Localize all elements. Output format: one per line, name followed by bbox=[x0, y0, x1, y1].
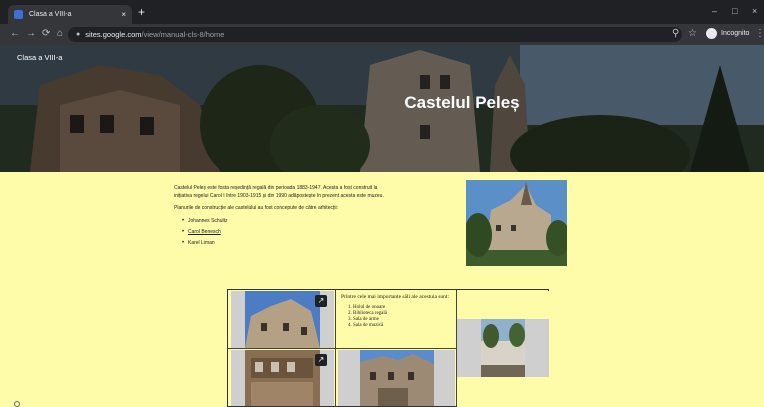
site-favicon-icon bbox=[14, 10, 23, 19]
intro-paragraph-2: Planurile de construcție ale castelului … bbox=[174, 205, 338, 211]
forward-button[interactable]: → bbox=[26, 29, 36, 39]
list-item: Sala de muzică bbox=[353, 323, 451, 329]
architects-list: Johannes Schultz Carol Benesch Karel Lim… bbox=[174, 216, 394, 249]
open-in-new-icon[interactable]: ↗ bbox=[315, 354, 327, 366]
main-content: Castelul Peleș este fosta reședință rega… bbox=[0, 172, 764, 407]
open-in-new-icon[interactable]: ↗ bbox=[315, 295, 327, 307]
new-tab-button[interactable]: + bbox=[138, 6, 145, 18]
browser-tab[interactable]: Clasa a VIII-a × bbox=[8, 5, 132, 24]
tab-title: Clasa a VIII-a bbox=[29, 11, 72, 18]
home-button[interactable]: ⌂ bbox=[57, 29, 63, 39]
list-item: Karel Liman bbox=[174, 238, 394, 249]
castle-photo bbox=[466, 180, 567, 266]
incognito-icon bbox=[706, 28, 717, 39]
gallery-photo[interactable]: ↗ bbox=[231, 350, 334, 406]
tab-bar: Clasa a VIII-a × + – □ × bbox=[0, 0, 764, 24]
rooms-list: Holul de onoare Biblioteca regală Sala d… bbox=[341, 305, 451, 329]
minimize-button[interactable]: – bbox=[712, 6, 717, 16]
url-host: sites.google.com bbox=[85, 30, 142, 39]
browser-toolbar: ← → ⟳ ⌂ ● sites.google.com /view/manual-… bbox=[0, 24, 764, 45]
reload-button[interactable]: ⟳ bbox=[42, 29, 50, 39]
maximize-button[interactable]: □ bbox=[732, 6, 737, 16]
back-button[interactable]: ← bbox=[10, 29, 20, 39]
gallery-photo[interactable] bbox=[457, 291, 549, 407]
incognito-indicator[interactable]: Incognito bbox=[706, 28, 749, 39]
address-bar[interactable]: ● sites.google.com /view/manual-cls-8/ho… bbox=[68, 27, 682, 42]
help-icon[interactable] bbox=[14, 401, 20, 407]
bookmark-star-icon[interactable]: ☆ bbox=[688, 29, 697, 39]
intro-text: Castelul Peleș este fosta reședință rega… bbox=[174, 184, 394, 249]
gallery-photo[interactable] bbox=[338, 350, 455, 406]
photo-gallery-grid: ↗ Printre cele mai importante săli ale a… bbox=[227, 289, 549, 407]
url-path: /view/manual-cls-8/home bbox=[141, 30, 225, 39]
grid-divider bbox=[228, 348, 457, 349]
rooms-title: Printre cele mai importante săli ale ace… bbox=[341, 294, 449, 300]
browser-menu-icon[interactable]: ⋮ bbox=[755, 29, 764, 39]
lock-icon: ● bbox=[76, 31, 81, 38]
search-icon[interactable]: ⚲ bbox=[672, 29, 679, 39]
gallery-photo[interactable]: ↗ bbox=[231, 291, 334, 348]
rooms-text-box: Printre cele mai importante săli ale ace… bbox=[336, 290, 456, 348]
tab-close-icon[interactable]: × bbox=[121, 10, 126, 19]
close-window-button[interactable]: × bbox=[752, 6, 757, 16]
incognito-label: Incognito bbox=[721, 30, 750, 37]
intro-paragraph-1: Castelul Peleș este fosta reședință rega… bbox=[174, 185, 384, 199]
list-item: Johannes Schultz bbox=[174, 216, 394, 227]
architect-link[interactable]: Carol Benesch bbox=[174, 227, 394, 238]
page-title: Castelul Peleș bbox=[404, 93, 520, 112]
hero-banner: Clasa a VIII-a Castelul Peleș bbox=[0, 45, 764, 172]
site-name-link[interactable]: Clasa a VIII-a bbox=[17, 53, 62, 62]
